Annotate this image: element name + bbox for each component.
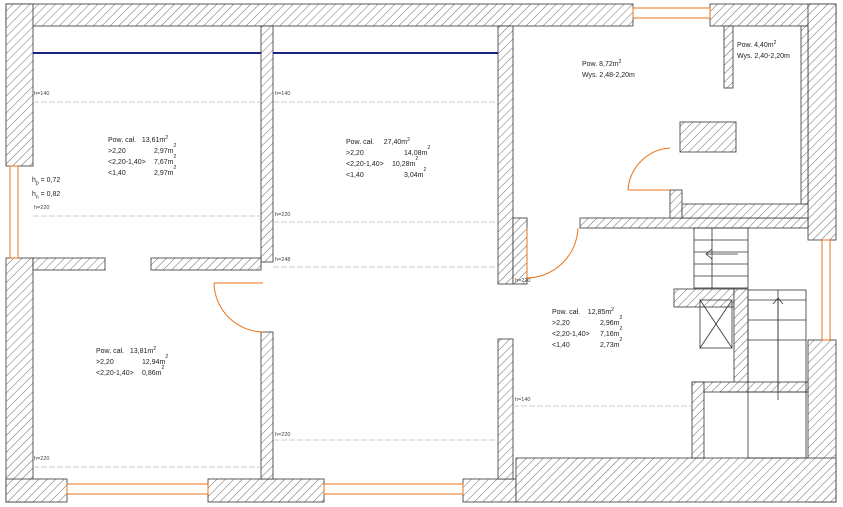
height-mark: h=220: [275, 212, 291, 218]
room-label-bottom-left: Pow. cał. 13,81m2 >2,20 12,94m 2 <2,20-1,4…: [96, 346, 169, 378]
window-height-label: hp = 0,72 hn = 0,82: [32, 177, 61, 201]
windows: [9, 7, 831, 495]
room-label-top-left: Pow. cał. 13,61m2 >2,20 2,97m 2 <2,20-1,40…: [108, 135, 177, 178]
walls: [5, 3, 837, 503]
height-mark: h=220: [34, 456, 50, 462]
height-mark: h=220: [34, 205, 50, 211]
height-mark: h=248: [275, 257, 291, 263]
height-mark: h=140: [34, 91, 50, 97]
room-label-bottom-right: Pow. cał. 12,85m2 >2,20 2,96m 2 <2,20-1,40…: [552, 307, 623, 350]
height-mark: h=140: [515, 397, 531, 403]
room-label-top-mid: Pow. cał. 27,40m2 >2,20 14,08m 2 <2,20-1,4…: [346, 137, 431, 180]
height-mark: h=220: [275, 432, 291, 438]
doors: [213, 147, 671, 333]
area-total: 13,61m: [141, 137, 166, 144]
area-title: Pow. cał.: [108, 137, 137, 144]
staircase: [693, 227, 807, 459]
room-label-small: Pow. 4,40m2 Wys. 2,40-2,20m: [737, 40, 790, 61]
height-mark: h=220: [515, 278, 531, 284]
room-label-top-right: Pow. 8,72m2 Wys. 2,48-2,20m: [582, 59, 635, 80]
height-mark: h=140: [275, 91, 291, 97]
floor-plan: [5, 3, 837, 503]
